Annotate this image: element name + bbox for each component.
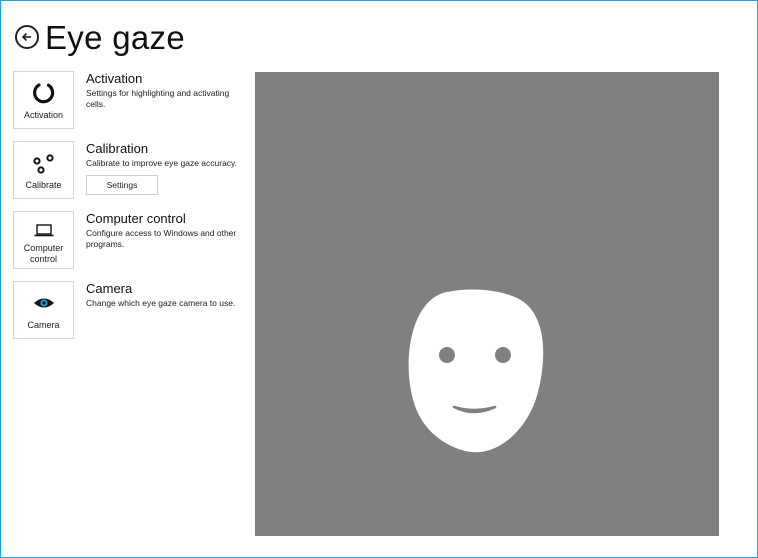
computer-control-tile-label: Computer control <box>23 243 64 264</box>
calibration-description: Calibrate to improve eye gaze accuracy. <box>86 158 238 168</box>
camera-title: Camera <box>86 281 133 296</box>
back-button[interactable] <box>15 25 39 49</box>
camera-tile-label: Camera <box>27 320 60 330</box>
calibration-text: Calibration Calibrate to improve eye gaz… <box>86 141 248 195</box>
computer-control-description: Configure access to Windows and other pr… <box>86 228 237 249</box>
right-eye <box>495 347 511 363</box>
computer-control-title: Computer control <box>86 211 186 226</box>
page-title: Eye gaze <box>45 18 185 56</box>
activation-spinner-icon <box>31 78 57 108</box>
face-preview-icon <box>408 289 544 453</box>
computer-control-text: Computer control Configure access to Win… <box>86 211 248 250</box>
arrow-left-icon <box>20 30 34 44</box>
activation-tile[interactable]: Activation <box>13 71 74 129</box>
page-header: Eye gaze <box>15 15 185 59</box>
camera-description: Change which eye gaze camera to use. <box>86 298 236 308</box>
laptop-icon <box>33 218 55 242</box>
activation-description: Settings for highlighting and activating… <box>86 88 230 109</box>
computer-control-tile[interactable]: Computer control <box>13 211 74 269</box>
eye-tracking-preview <box>255 72 719 536</box>
activation-tile-label: Activation <box>23 110 64 120</box>
camera-text: Camera Change which eye gaze camera to u… <box>86 281 248 309</box>
eye-gaze-window: Eye gaze Activation Activation Settings … <box>0 0 758 558</box>
calibrate-tile[interactable]: Calibrate <box>13 141 74 199</box>
calibration-settings-button[interactable]: Settings <box>86 175 158 195</box>
activation-text: Activation Settings for highlighting and… <box>86 71 248 110</box>
left-eye <box>439 347 455 363</box>
eye-icon <box>32 288 56 318</box>
calibration-dots-icon <box>31 148 57 178</box>
activation-title: Activation <box>86 71 143 86</box>
camera-tile[interactable]: Camera <box>13 281 74 339</box>
calibration-title: Calibration <box>86 141 149 156</box>
calibrate-tile-label: Calibrate <box>25 180 62 190</box>
